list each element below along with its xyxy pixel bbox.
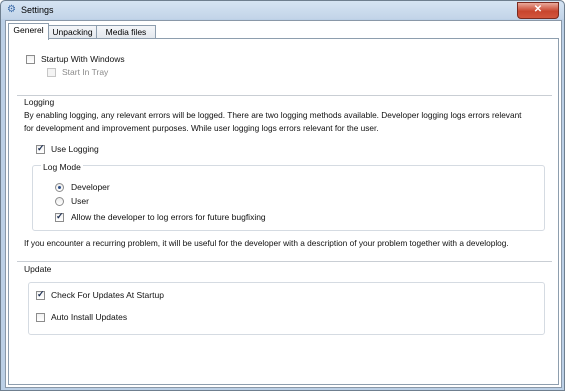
separator (17, 261, 552, 262)
allow-developer-log-checkbox[interactable] (55, 211, 64, 222)
check-updates-startup-label[interactable]: Check For Updates At Startup (51, 290, 164, 300)
use-logging-checkbox[interactable] (36, 143, 45, 154)
allow-developer-log-label[interactable]: Allow the developer to log errors for fu… (71, 212, 266, 222)
update-heading: Update (24, 264, 52, 274)
settings-window: ⚙ Settings ✕ Generel Unpacking Media fil… (0, 0, 565, 391)
user-radio[interactable] (55, 197, 64, 206)
window-client-area: Generel Unpacking Media files Startup Wi… (5, 20, 562, 388)
start-in-tray-checkbox[interactable] (47, 68, 56, 77)
tab-panel-generel: Startup With Windows Start In Tray Loggi… (8, 38, 559, 385)
startup-with-windows-checkbox[interactable] (26, 55, 35, 64)
close-button[interactable]: ✕ (517, 2, 559, 19)
developer-radio-label[interactable]: Developer (71, 182, 110, 192)
tab-generel[interactable]: Generel (8, 23, 49, 40)
logging-heading: Logging (24, 97, 55, 107)
separator (17, 95, 552, 96)
close-icon: ✕ (533, 4, 543, 15)
developer-radio[interactable] (55, 183, 64, 192)
startup-with-windows-label[interactable]: Startup With Windows (41, 54, 125, 64)
logging-footer-text: If you encounter a recurring problem, it… (24, 238, 509, 248)
user-radio-label[interactable]: User (71, 196, 89, 206)
start-in-tray-label[interactable]: Start In Tray (62, 67, 108, 77)
title-bar[interactable]: ⚙ Settings ✕ (1, 1, 564, 19)
check-updates-startup-checkbox[interactable] (36, 289, 45, 300)
use-logging-label[interactable]: Use Logging (51, 144, 99, 154)
auto-install-updates-label[interactable]: Auto Install Updates (51, 312, 127, 322)
window-title: Settings (21, 5, 54, 15)
logging-description-line1: By enabling logging, any relevant errors… (24, 110, 522, 120)
log-mode-heading: Log Mode (41, 162, 83, 172)
logging-description-line2: for development and improvement purposes… (24, 123, 379, 133)
settings-app-icon: ⚙ (7, 4, 16, 15)
auto-install-updates-checkbox[interactable] (36, 313, 45, 322)
